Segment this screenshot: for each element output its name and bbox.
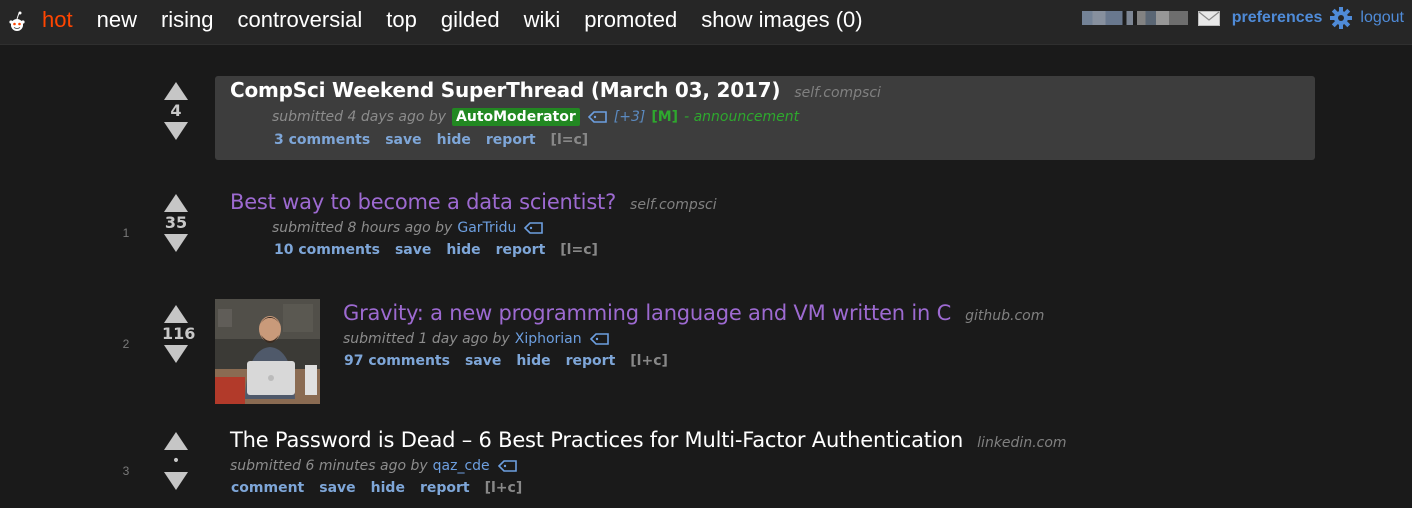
author-link[interactable]: Xiphorian	[515, 331, 582, 347]
upvote-arrow-icon[interactable]	[164, 82, 188, 100]
post-tagline: submitted 8 hours ago by GarTridu	[272, 220, 717, 236]
post-rank: 3	[122, 464, 130, 478]
downvote-arrow-icon[interactable]	[164, 345, 188, 363]
downvote-arrow-icon[interactable]	[164, 122, 188, 140]
tag-icon[interactable]	[589, 333, 610, 345]
post-title[interactable]: The Password is Dead – 6 Best Practices …	[230, 428, 963, 452]
user-area: preferences logout	[1081, 7, 1404, 29]
tag-icon[interactable]	[587, 111, 608, 123]
vote-box: •	[162, 432, 190, 490]
upvote-arrow-icon[interactable]	[164, 194, 188, 212]
hide-button[interactable]: hide	[371, 480, 405, 496]
post-domain[interactable]: self.compsci	[794, 85, 881, 101]
post-domain[interactable]: self.compsci	[630, 197, 717, 213]
tab-show-images[interactable]: show images (0)	[701, 6, 862, 34]
post-rank: 1	[122, 226, 130, 240]
vote-box: 4	[162, 82, 190, 140]
sort-tabs: hot new rising controversial top gilded …	[42, 6, 887, 34]
post-content: CompSci Weekend SuperThread (March 03, 2…	[230, 78, 881, 148]
submitted-text: submitted 8 hours ago by	[272, 220, 453, 236]
submitted-text: submitted 4 days ago by	[272, 109, 447, 125]
hide-button[interactable]: hide	[516, 353, 550, 369]
comments-link[interactable]: 3 comments	[274, 132, 370, 148]
post-domain[interactable]: linkedin.com	[977, 435, 1066, 451]
post-content: Gravity: a new programming language and …	[343, 301, 1044, 369]
post-thumbnail[interactable]	[215, 299, 320, 404]
expando-toggle[interactable]: [l=c]	[560, 242, 598, 258]
plus-count: [+3]	[613, 109, 646, 125]
tab-rising[interactable]: rising	[161, 6, 214, 34]
author-link[interactable]: qaz_cde	[433, 458, 490, 474]
post-title[interactable]: Best way to become a data scientist?	[230, 190, 616, 214]
reddit-alien-icon[interactable]	[8, 10, 26, 34]
save-button[interactable]: save	[395, 242, 431, 258]
post-tagline: submitted 1 day ago by Xiphorian	[343, 331, 1044, 347]
logout-link[interactable]: logout	[1360, 9, 1404, 27]
report-button[interactable]: report	[496, 242, 546, 258]
author-link[interactable]: GarTridu	[457, 220, 516, 236]
report-button[interactable]: report	[566, 353, 616, 369]
hide-button[interactable]: hide	[446, 242, 480, 258]
save-button[interactable]: save	[465, 353, 501, 369]
post-content: Best way to become a data scientist? sel…	[230, 190, 717, 258]
post-buttons: 97 comments save hide report [l+c]	[344, 353, 1044, 369]
expando-toggle[interactable]: [l=c]	[551, 132, 589, 148]
tab-new[interactable]: new	[97, 6, 137, 34]
post-tagline: submitted 4 days ago by AutoModerator [+…	[272, 108, 881, 126]
post-score: 4	[170, 101, 182, 120]
post-buttons: 3 comments save hide report [l=c]	[274, 132, 881, 148]
post-title[interactable]: Gravity: a new programming language and …	[343, 301, 951, 325]
comments-link[interactable]: 97 comments	[344, 353, 450, 369]
mail-icon[interactable]	[1197, 10, 1220, 26]
post-tagline: submitted 6 minutes ago by qaz_cde	[230, 458, 1067, 474]
tab-gilded[interactable]: gilded	[441, 6, 500, 34]
tab-wiki[interactable]: wiki	[524, 6, 561, 34]
save-button[interactable]: save	[385, 132, 421, 148]
submitted-text: submitted 6 minutes ago by	[230, 458, 428, 474]
top-nav-bar: hot new rising controversial top gilded …	[0, 0, 1412, 45]
tag-icon[interactable]	[524, 222, 544, 234]
post-score: 116	[162, 324, 196, 343]
tab-hot[interactable]: hot	[42, 6, 73, 34]
upvote-arrow-icon[interactable]	[164, 305, 188, 323]
vote-box: 35	[162, 194, 190, 252]
report-button[interactable]: report	[420, 480, 470, 496]
comments-link[interactable]: 10 comments	[274, 242, 380, 258]
post-title[interactable]: CompSci Weekend SuperThread (March 03, 2…	[230, 78, 781, 102]
post-buttons: 10 comments save hide report [l=c]	[274, 242, 717, 258]
downvote-arrow-icon[interactable]	[164, 234, 188, 252]
preferences-link[interactable]: preferences	[1232, 9, 1323, 27]
tab-promoted[interactable]: promoted	[584, 6, 677, 34]
flair-announcement: - announcement	[684, 109, 800, 125]
moderator-flag: [M]	[651, 109, 679, 125]
report-button[interactable]: report	[486, 132, 536, 148]
post-rank: 2	[122, 337, 130, 351]
tab-controversial[interactable]: controversial	[238, 6, 363, 34]
post-content: The Password is Dead – 6 Best Practices …	[230, 428, 1067, 496]
tab-top[interactable]: top	[386, 6, 417, 34]
upvote-arrow-icon[interactable]	[164, 432, 188, 450]
save-button[interactable]: save	[319, 480, 355, 496]
downvote-arrow-icon[interactable]	[164, 472, 188, 490]
gear-icon[interactable]	[1330, 7, 1353, 29]
post-domain[interactable]: github.com	[965, 308, 1044, 324]
comments-link[interactable]: comment	[231, 480, 304, 496]
post-buttons: comment save hide report [l+c]	[231, 480, 1067, 496]
post-score: •	[171, 453, 181, 469]
submitted-text: submitted 1 day ago by	[343, 331, 510, 347]
expando-toggle[interactable]: [l+c]	[630, 353, 668, 369]
hide-button[interactable]: hide	[437, 132, 471, 148]
username-redacted[interactable]	[1081, 11, 1188, 25]
post-score: 35	[164, 213, 188, 232]
vote-box: 116	[162, 305, 196, 363]
expando-toggle[interactable]: [l+c]	[485, 480, 523, 496]
author-link-moderator[interactable]: AutoModerator	[452, 108, 580, 126]
tag-icon[interactable]	[497, 460, 518, 472]
